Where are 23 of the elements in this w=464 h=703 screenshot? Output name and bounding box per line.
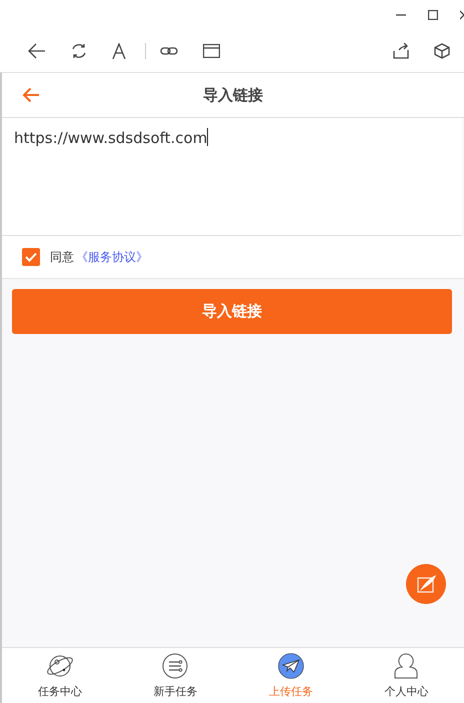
share-icon[interactable] <box>393 43 409 59</box>
refresh-icon[interactable] <box>71 43 87 59</box>
agree-checkbox[interactable] <box>22 248 40 266</box>
agree-label: 同意 <box>50 248 74 266</box>
person-icon <box>393 653 420 679</box>
close-icon[interactable] <box>460 10 464 20</box>
link-input-field[interactable]: https://www.sdsdsoft.com <box>2 118 462 236</box>
service-agreement-link[interactable]: 《服务协议》 <box>76 248 148 266</box>
tab-label[interactable]: 个人中心 <box>384 684 428 699</box>
list-icon <box>162 653 188 679</box>
maximize-icon[interactable] <box>428 10 438 20</box>
edit-fab-icon[interactable] <box>406 564 446 604</box>
planet-icon <box>44 653 75 679</box>
back-arrow-icon[interactable] <box>22 87 40 103</box>
paper-plane-icon <box>278 653 304 679</box>
tab-label[interactable]: 任务中心 <box>38 684 82 699</box>
link-icon[interactable] <box>160 46 178 56</box>
page-title: 导入链接 <box>202 86 264 104</box>
box-icon[interactable] <box>434 43 450 59</box>
window-icon[interactable] <box>203 44 220 58</box>
back-icon[interactable] <box>28 43 46 59</box>
font-icon[interactable] <box>112 43 126 59</box>
tab-label[interactable]: 新手任务 <box>153 684 198 699</box>
